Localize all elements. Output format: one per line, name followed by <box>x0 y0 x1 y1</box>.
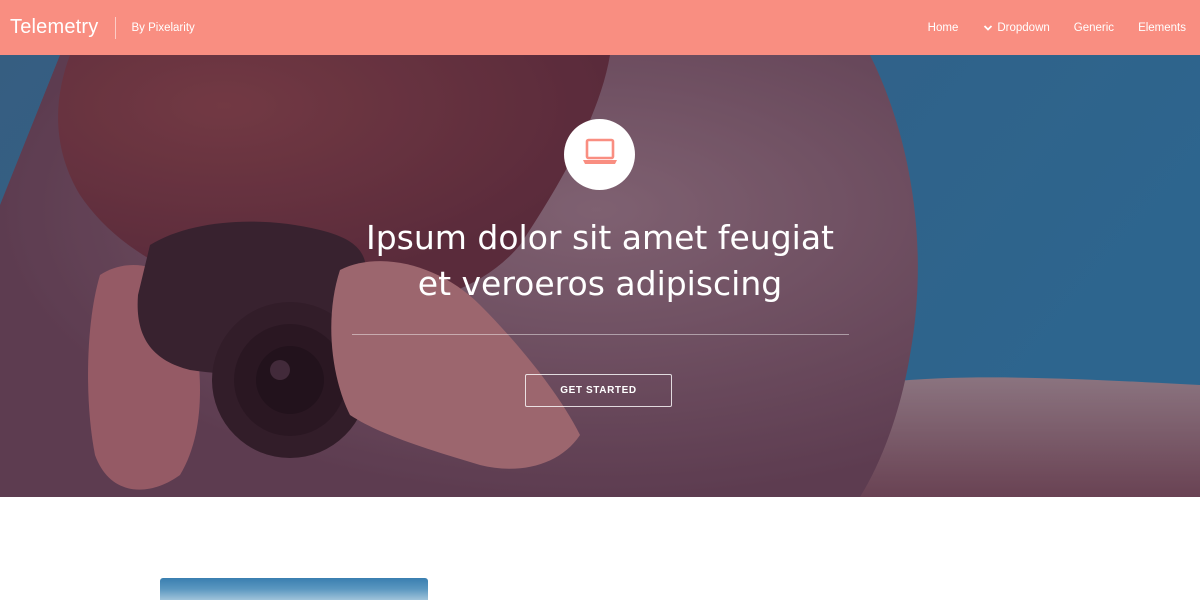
hero-headline: Ipsum dolor sit amet feugiat et veroeros… <box>300 215 900 307</box>
chevron-down-icon <box>982 23 994 33</box>
site-header: Telemetry By Pixelarity Home Dropdown Ge… <box>0 0 1200 55</box>
hero-banner: Ipsum dolor sit amet feugiat et veroeros… <box>0 55 1200 497</box>
nav-item-label: Dropdown <box>997 21 1050 34</box>
nav-item-home[interactable]: Home <box>928 22 959 34</box>
hero-headline-line-2: et veroeros adipiscing <box>417 264 783 303</box>
site-byline[interactable]: By Pixelarity <box>132 22 195 34</box>
nav-item-generic[interactable]: Generic <box>1074 22 1114 34</box>
hero-icon-circle <box>564 119 635 190</box>
hero-divider <box>352 334 849 335</box>
laptop-icon <box>580 136 620 173</box>
hero-headline-line-1: Ipsum dolor sit amet feugiat <box>366 218 834 257</box>
brand-divider <box>114 16 116 39</box>
site-title[interactable]: Telemetry <box>10 16 99 39</box>
brand: Telemetry By Pixelarity <box>10 0 195 55</box>
nav-item-label: Generic <box>1073 21 1115 34</box>
nav-item-dropdown[interactable]: Dropdown <box>982 21 1050 34</box>
nav-item-label: Home <box>927 21 959 34</box>
nav-item-elements[interactable]: Elements <box>1138 22 1186 34</box>
main-nav: Home Dropdown Generic Elements <box>928 0 1200 55</box>
content-image-thumbnail[interactable] <box>160 578 428 600</box>
get-started-button[interactable]: GET STARTED <box>525 374 672 407</box>
nav-item-label: Elements <box>1138 21 1186 34</box>
